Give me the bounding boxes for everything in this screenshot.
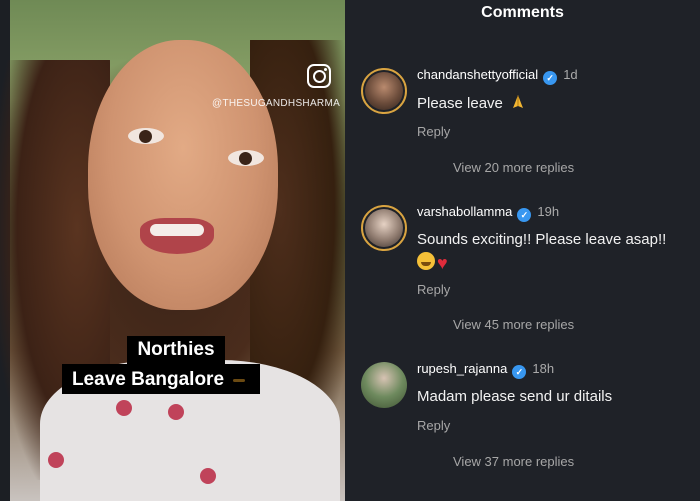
video-handle: @THESUGANDHSHARMA xyxy=(212,98,341,109)
worried-emoji-icon xyxy=(228,367,251,389)
video-caption: Northies Leave Bangalore xyxy=(36,336,286,394)
video-mouth xyxy=(140,218,214,254)
comment-time: 18h xyxy=(532,361,555,376)
pray-emoji-icon xyxy=(513,95,524,108)
comment-meta: varshabollamma ✓ 19h xyxy=(417,204,559,222)
heart-emoji-icon: ♥ xyxy=(437,253,448,273)
reply-button[interactable]: Reply xyxy=(417,124,450,139)
avatar[interactable] xyxy=(361,68,407,114)
instagram-icon xyxy=(307,64,331,88)
comment-text: Madam please send ur ditails xyxy=(417,388,613,405)
avatar-image xyxy=(365,72,403,110)
comment-emojis: ♥ xyxy=(417,252,448,274)
comment-username[interactable]: rupesh_rajanna xyxy=(417,361,507,376)
view-more-replies[interactable]: View 37 more replies xyxy=(453,454,574,469)
video-face xyxy=(88,40,278,310)
comment-meta: chandanshettyofficial ✓ 1d xyxy=(417,67,578,85)
avatar-image xyxy=(361,362,407,408)
verified-icon: ✓ xyxy=(543,71,558,85)
hug-emoji-icon xyxy=(417,252,435,270)
view-more-replies[interactable]: View 45 more replies xyxy=(453,317,574,332)
comment-username[interactable]: chandanshettyofficial xyxy=(417,67,538,82)
caption-line-2-text: Leave Bangalore xyxy=(71,369,225,390)
comment-time: 19h xyxy=(537,204,560,219)
comment-time: 1d xyxy=(563,67,578,82)
shirt-flower xyxy=(48,452,64,468)
caption-line-1: Northies xyxy=(127,336,225,364)
comment-text: Sounds exciting!! Please leave asap!! xyxy=(417,231,667,248)
reply-button[interactable]: Reply xyxy=(417,418,450,433)
comment-text: Please leave xyxy=(417,94,526,112)
shirt-flower xyxy=(200,468,216,484)
view-more-replies[interactable]: View 20 more replies xyxy=(453,160,574,175)
avatar-image xyxy=(365,209,403,247)
verified-icon: ✓ xyxy=(517,208,532,222)
avatar[interactable] xyxy=(361,362,407,408)
reply-button[interactable]: Reply xyxy=(417,282,450,297)
comment-text-value: Please leave xyxy=(417,95,503,112)
shirt-flower xyxy=(168,404,184,420)
comment-meta: rupesh_rajanna ✓ 18h xyxy=(417,361,554,379)
comments-title: Comments xyxy=(481,4,564,21)
video-panel[interactable]: @THESUGANDHSHARMA Northies Leave Bangalo… xyxy=(0,0,345,501)
shirt-flower xyxy=(116,400,132,416)
comments-panel: Comments chandanshettyofficial ✓ 1d Please… xyxy=(345,0,700,501)
verified-icon: ✓ xyxy=(512,365,527,379)
comment-username[interactable]: varshabollamma xyxy=(417,204,512,219)
caption-line-2: Leave Bangalore xyxy=(61,364,261,394)
video-eye-right xyxy=(228,150,264,166)
video-eye-left xyxy=(128,128,164,144)
avatar[interactable] xyxy=(361,205,407,251)
